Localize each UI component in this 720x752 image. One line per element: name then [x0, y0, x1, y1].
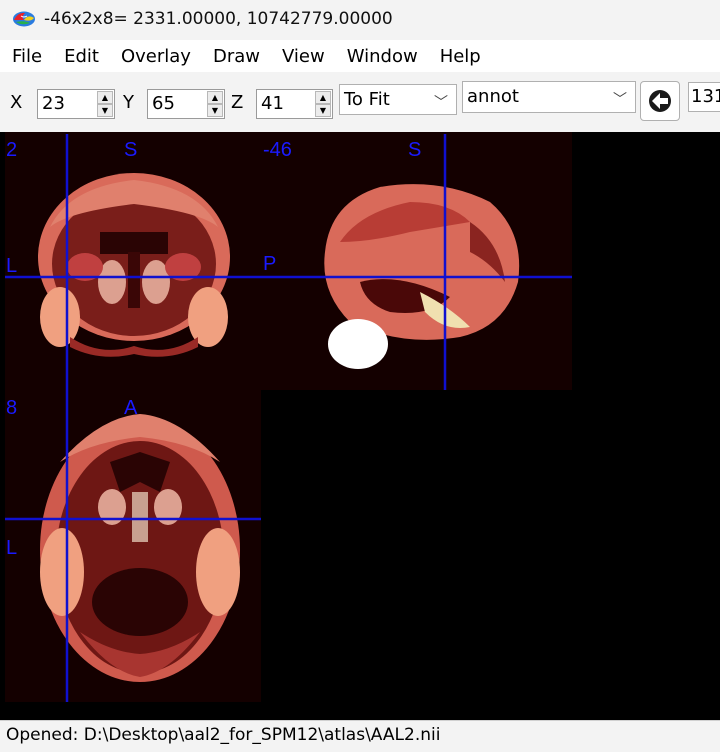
status-bar: Opened: D:\Desktop\aal2_for_SPM12\atlas\… [0, 720, 720, 752]
axial-brain [40, 414, 240, 682]
menu-bar: File Edit Overlay Draw View Window Help [0, 40, 720, 72]
menu-view[interactable]: View [270, 46, 325, 67]
axial-slice-number: 8 [6, 397, 17, 419]
menu-file[interactable]: File [0, 46, 42, 67]
z-value[interactable]: 41 [261, 93, 284, 114]
chevron-down-icon: ﹀ [434, 95, 448, 111]
x-label: X [10, 92, 23, 113]
z-down-arrow-icon[interactable]: ▼ [315, 104, 331, 117]
y-spinbox[interactable]: 65 ▲ ▼ [147, 89, 225, 119]
colormap-value: annot [467, 86, 519, 107]
title-bar: -46x2x8= 2331.00000, 10742779.00000 [0, 0, 720, 40]
y-down-arrow-icon[interactable]: ▼ [207, 104, 223, 117]
menu-edit[interactable]: Edit [52, 46, 99, 67]
y-label: Y [123, 92, 134, 113]
image-viewport[interactable]: 2 S L -46 S P 8 A L [0, 132, 720, 720]
x-down-arrow-icon[interactable]: ▼ [97, 104, 113, 117]
colormap-select[interactable]: annot ﹀ [462, 81, 636, 113]
coronal-top-label: S [124, 139, 137, 161]
value-field[interactable]: 131 [688, 82, 720, 112]
coronal-slice-number: 2 [6, 139, 17, 161]
coronal-left-label: L [6, 255, 17, 277]
x-spinbox[interactable]: 23 ▲ ▼ [37, 89, 115, 119]
menu-window[interactable]: Window [335, 46, 418, 67]
axial-left-label: L [6, 537, 17, 559]
y-value[interactable]: 65 [152, 93, 175, 114]
value-field-text: 131 [691, 86, 720, 107]
rotate-button[interactable] [640, 81, 680, 121]
rotate-arrow-icon [649, 90, 671, 112]
status-text: Opened: D:\Desktop\aal2_for_SPM12\atlas\… [6, 725, 441, 745]
slice-views[interactable]: 2 S L -46 S P 8 A L [0, 132, 720, 720]
x-up-arrow-icon[interactable]: ▲ [97, 91, 113, 104]
zoom-select[interactable]: To Fit ﹀ [339, 84, 457, 115]
z-spinbox[interactable]: 41 ▲ ▼ [256, 89, 333, 119]
menu-help[interactable]: Help [428, 46, 481, 67]
x-value[interactable]: 23 [42, 93, 65, 114]
menu-draw[interactable]: Draw [201, 46, 260, 67]
menu-overlay[interactable]: Overlay [109, 46, 191, 67]
window-title: -46x2x8= 2331.00000, 10742779.00000 [44, 9, 393, 29]
z-label: Z [231, 92, 244, 113]
sagittal-top-label: S [408, 139, 421, 161]
toolbar: X 23 ▲ ▼ Y 65 ▲ ▼ Z 41 ▲ ▼ To Fit ﹀ anno… [0, 72, 720, 133]
sagittal-slice-number: -46 [263, 139, 292, 161]
y-up-arrow-icon[interactable]: ▲ [207, 91, 223, 104]
sagittal-left-label: P [263, 253, 276, 275]
chevron-down-icon: ﹀ [613, 92, 627, 108]
mricron-brain-icon [13, 11, 35, 27]
zoom-value: To Fit [344, 89, 390, 110]
axial-top-label: A [124, 397, 138, 419]
z-up-arrow-icon[interactable]: ▲ [315, 91, 331, 104]
